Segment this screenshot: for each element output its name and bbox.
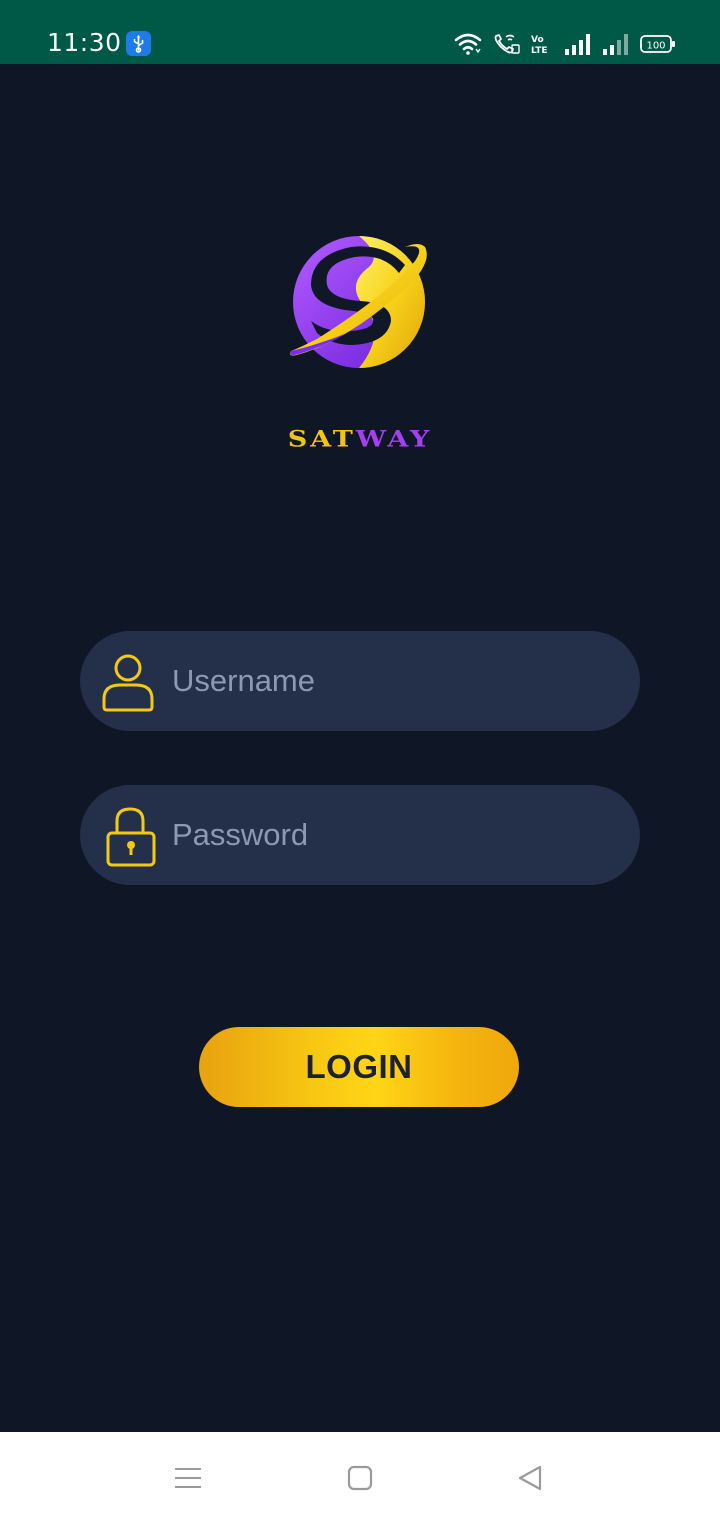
satway-logo — [287, 233, 433, 373]
status-time: 11:30 — [47, 28, 122, 57]
menu-icon[interactable] — [168, 1458, 208, 1498]
navigation-bar — [0, 1432, 720, 1520]
user-icon — [98, 649, 158, 713]
battery-icon: 100 — [640, 35, 675, 53]
status-icons: Vo LTE 100 — [454, 30, 676, 58]
password-input[interactable] — [172, 785, 612, 885]
home-icon[interactable] — [340, 1458, 380, 1498]
lock-icon — [98, 803, 158, 867]
battery-level: 100 — [646, 41, 665, 52]
brand-name-sat: SAT — [287, 426, 356, 453]
brand-name-way: WAY — [355, 426, 433, 453]
wifi-calling-icon — [494, 34, 520, 54]
signal-icon — [565, 34, 590, 55]
usb-icon — [126, 31, 151, 56]
wifi-icon — [454, 33, 482, 55]
login-button[interactable]: LOGIN — [199, 1027, 519, 1107]
username-input[interactable] — [172, 631, 612, 731]
svg-text:Vo: Vo — [531, 35, 544, 45]
signal-2-icon — [603, 34, 628, 55]
brand-wordmark: SATWAY — [240, 424, 480, 457]
status-bar: 11:30 Vo LTE 100 — [0, 0, 720, 64]
volte-icon: Vo LTE — [531, 35, 548, 56]
svg-text:LTE: LTE — [531, 46, 548, 56]
password-field[interactable] — [80, 785, 640, 885]
username-field[interactable] — [80, 631, 640, 731]
back-icon[interactable] — [510, 1458, 550, 1498]
